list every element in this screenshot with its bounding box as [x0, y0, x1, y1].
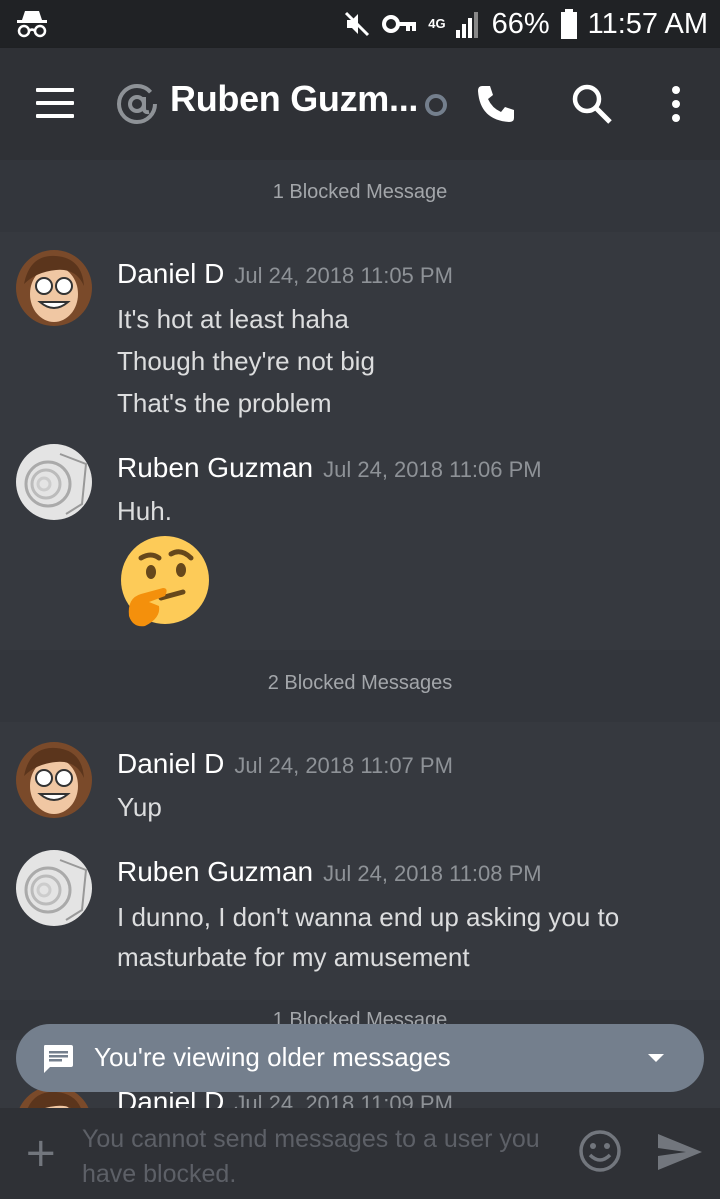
message-text: Huh.	[117, 496, 172, 526]
at-sign-icon	[117, 84, 157, 124]
battery-percent: 66%	[491, 7, 550, 40]
message-author[interactable]: Ruben Guzman Jul 24, 2018 11:08 PM	[117, 856, 542, 888]
more-options-icon[interactable]	[652, 80, 700, 128]
battery-icon	[560, 9, 577, 39]
avatar[interactable]	[16, 250, 92, 326]
incognito-icon	[17, 11, 47, 38]
message-icon	[44, 1045, 73, 1073]
chevron-down-icon[interactable]	[648, 1054, 664, 1062]
message-timestamp: Jul 24, 2018 11:06 PM	[323, 457, 542, 482]
avatar[interactable]	[16, 444, 92, 520]
add-attachment-icon[interactable]: +	[24, 1130, 58, 1176]
channel-header: Ruben Guzm...	[0, 48, 720, 160]
emoji-icon[interactable]	[578, 1129, 622, 1173]
search-icon[interactable]	[568, 80, 616, 128]
message-group: Daniel D Jul 24, 2018 11:05 PM It's hot a…	[0, 232, 720, 432]
message-timestamp: Jul 24, 2018 11:09 PM	[234, 1091, 453, 1108]
message-timestamp: Jul 24, 2018 11:05 PM	[234, 263, 453, 288]
thinking-face-emoji[interactable]	[115, 532, 213, 630]
message-group: Daniel D Jul 24, 2018 11:07 PM Yup	[0, 722, 720, 832]
message-author[interactable]: Daniel D Jul 24, 2018 11:05 PM	[117, 258, 453, 290]
offline-status-icon	[425, 94, 447, 116]
mute-icon	[345, 11, 370, 37]
message-group: Ruben Guzman Jul 24, 2018 11:06 PM Huh.	[0, 432, 720, 650]
banner-text: You're viewing older messages	[94, 1042, 451, 1072]
message-text: It's hot at least haha	[117, 304, 349, 334]
signal-icon	[455, 12, 478, 38]
message-text: I dunno, I don't wanna end up asking you…	[117, 902, 620, 932]
page-title: Ruben Guzm...	[170, 78, 419, 119]
message-group: Ruben Guzman Jul 24, 2018 11:08 PM I dunn…	[0, 832, 720, 992]
message-text: Though they're not big	[117, 346, 375, 376]
clock: 11:57 AM	[587, 7, 708, 40]
message-timestamp: Jul 24, 2018 11:08 PM	[323, 861, 542, 886]
status-bar: 4G 66% 11:57 AM	[0, 0, 720, 48]
avatar[interactable]	[16, 742, 92, 818]
message-author[interactable]: Daniel D Jul 24, 2018 11:07 PM	[117, 748, 453, 780]
vpn-key-icon	[382, 15, 417, 33]
blocked-messages-notice[interactable]: 2 Blocked Messages	[0, 650, 720, 722]
phone-call-icon[interactable]	[472, 80, 520, 128]
send-icon[interactable]	[656, 1132, 704, 1172]
avatar[interactable]	[16, 850, 92, 926]
older-messages-banner[interactable]: You're viewing older messages	[16, 1024, 704, 1092]
message-timestamp: Jul 24, 2018 11:07 PM	[234, 753, 453, 778]
message-text: Yup	[117, 792, 162, 822]
message-author[interactable]: Ruben Guzman Jul 24, 2018 11:06 PM	[117, 452, 542, 484]
blocked-messages-notice[interactable]: 1 Blocked Message	[0, 160, 720, 232]
message-input-bar: + You cannot send messages to a user you…	[0, 1108, 720, 1199]
network-type: 4G	[428, 16, 446, 31]
message-text: That's the problem	[117, 388, 332, 418]
message-input[interactable]: You cannot send messages to a user you h…	[82, 1122, 572, 1192]
message-text: masturbate for my amusement	[117, 942, 470, 972]
menu-icon[interactable]	[36, 88, 76, 120]
